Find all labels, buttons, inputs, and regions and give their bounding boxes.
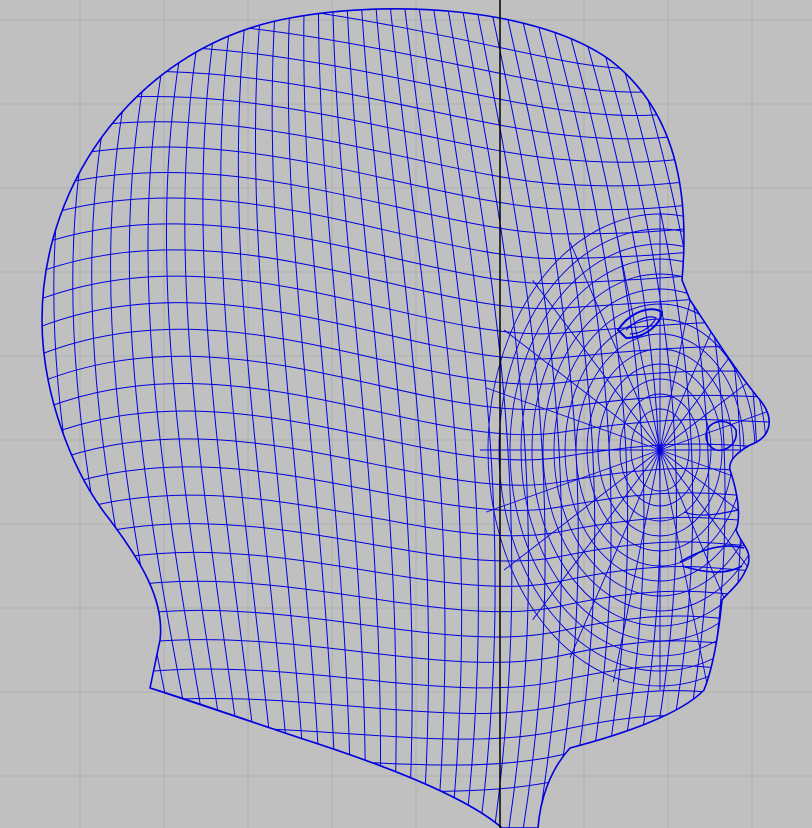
modeling-viewport-side-view[interactable] — [0, 0, 812, 828]
viewport-canvas[interactable] — [0, 0, 812, 828]
